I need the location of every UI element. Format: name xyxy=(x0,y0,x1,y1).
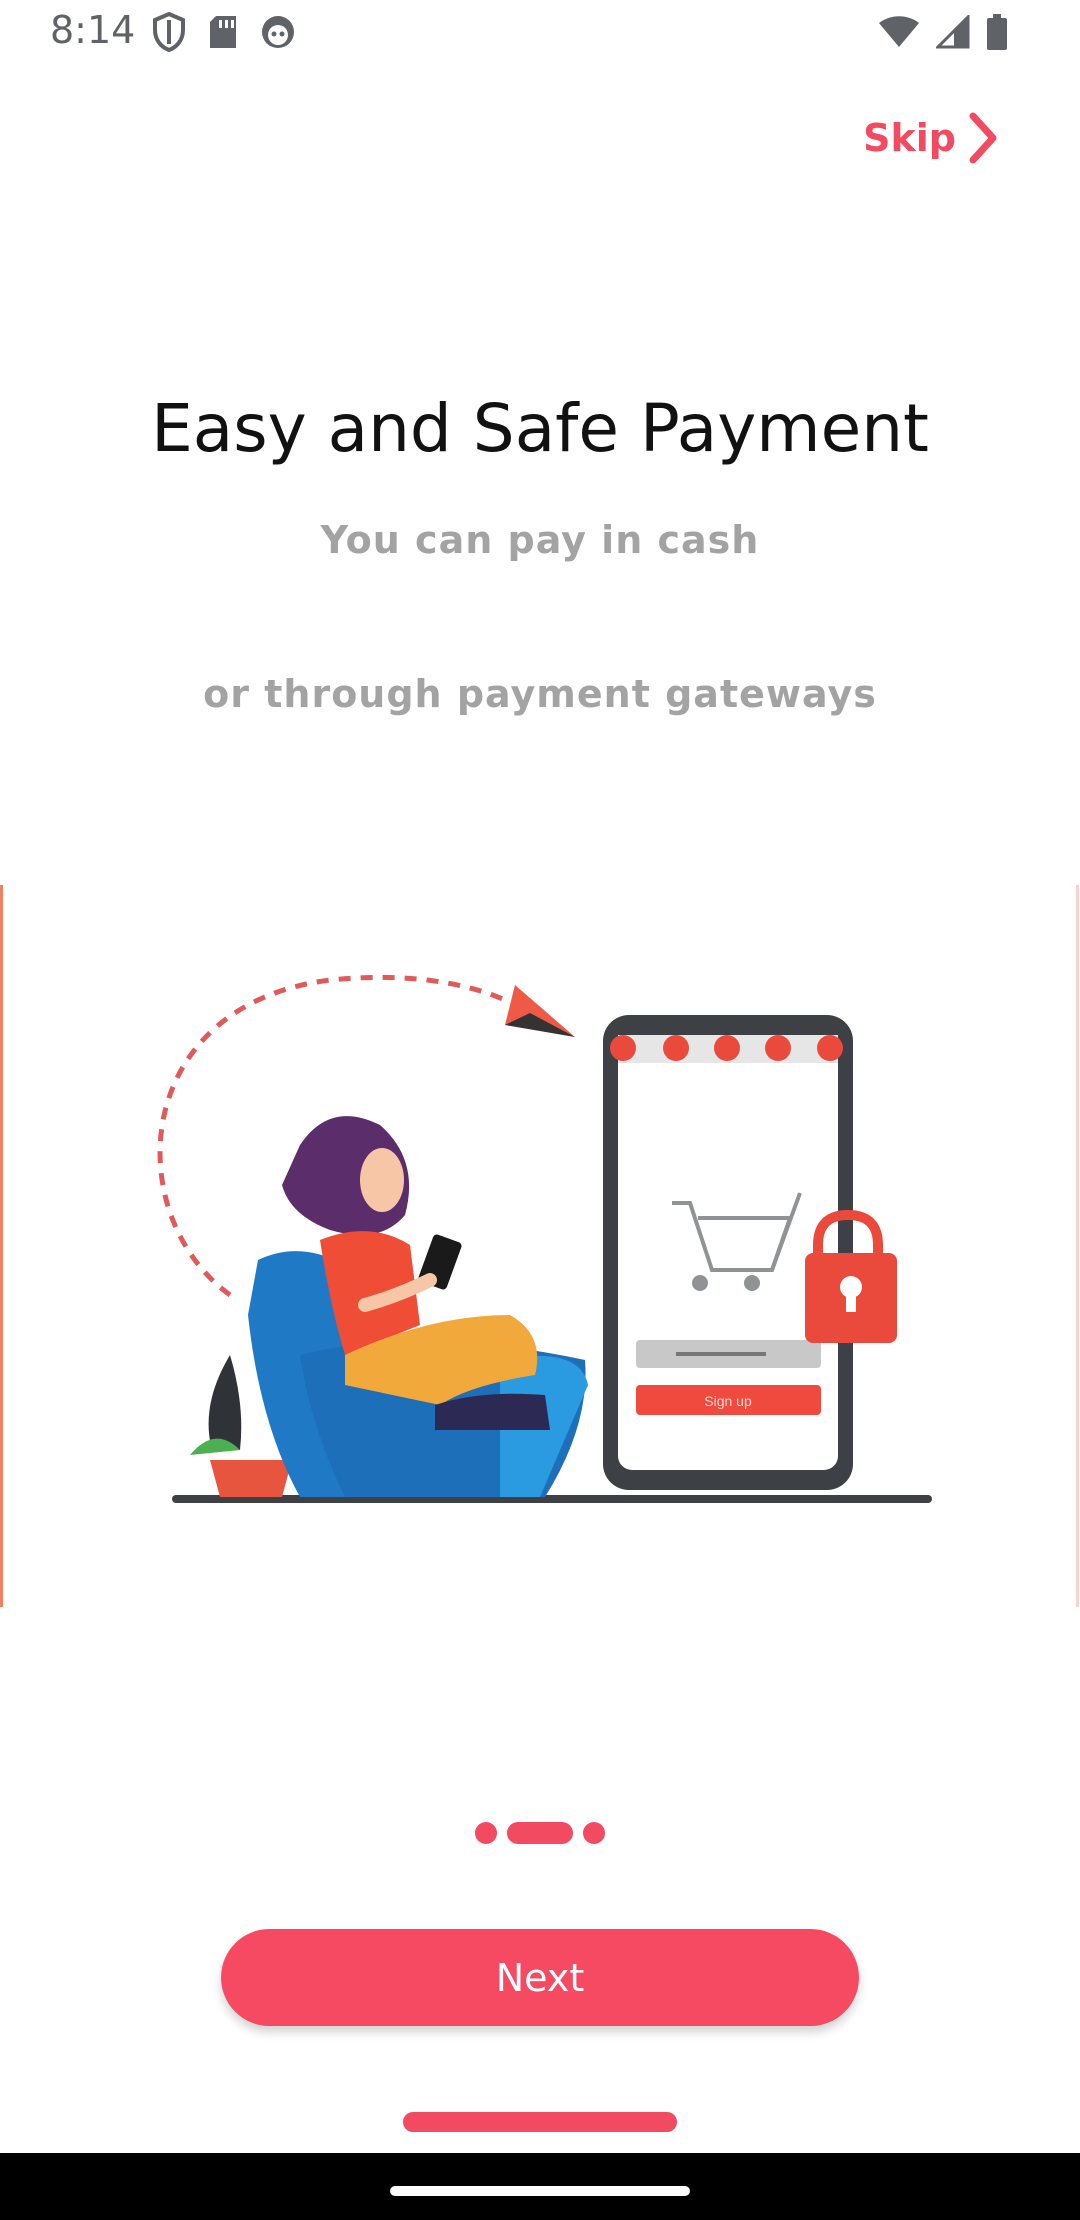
page-dot-2-active[interactable] xyxy=(507,1822,573,1844)
next-button-label: Next xyxy=(495,1955,585,2000)
page-indicator xyxy=(0,1822,1080,1844)
cellular-signal-icon xyxy=(936,15,970,49)
sd-card-icon xyxy=(210,16,236,48)
left-edge-line xyxy=(0,885,3,1607)
status-icons-left xyxy=(152,12,296,52)
face-icon xyxy=(262,16,294,48)
status-bar: 8:14 xyxy=(0,0,1080,66)
battery-icon xyxy=(987,14,1007,50)
wifi-icon xyxy=(879,16,919,47)
bottom-accent-bar xyxy=(403,2112,677,2132)
floor-line xyxy=(172,1495,932,1503)
skip-label: Skip xyxy=(863,116,956,160)
plant-icon xyxy=(208,1355,242,1450)
skip-button[interactable]: Skip xyxy=(863,112,998,164)
payment-illustration: Sign up xyxy=(0,885,1079,1607)
home-gesture-handle[interactable] xyxy=(390,2186,690,2196)
signup-text: Sign up xyxy=(704,1393,752,1409)
next-button[interactable]: Next xyxy=(221,1929,859,2026)
status-time: 8:14 xyxy=(50,8,136,52)
page-dot-1[interactable] xyxy=(475,1822,497,1844)
subtitle-line-1: You can pay in cash xyxy=(320,518,760,562)
shield-icon xyxy=(153,12,185,52)
chevron-right-icon xyxy=(969,112,997,164)
right-edge-line xyxy=(1076,885,1079,1607)
subtitle-line-2: or through payment gateways xyxy=(203,672,877,716)
page-title: Easy and Safe Payment xyxy=(151,390,929,467)
page-dot-3[interactable] xyxy=(583,1822,605,1844)
status-icons-right xyxy=(878,14,1008,50)
